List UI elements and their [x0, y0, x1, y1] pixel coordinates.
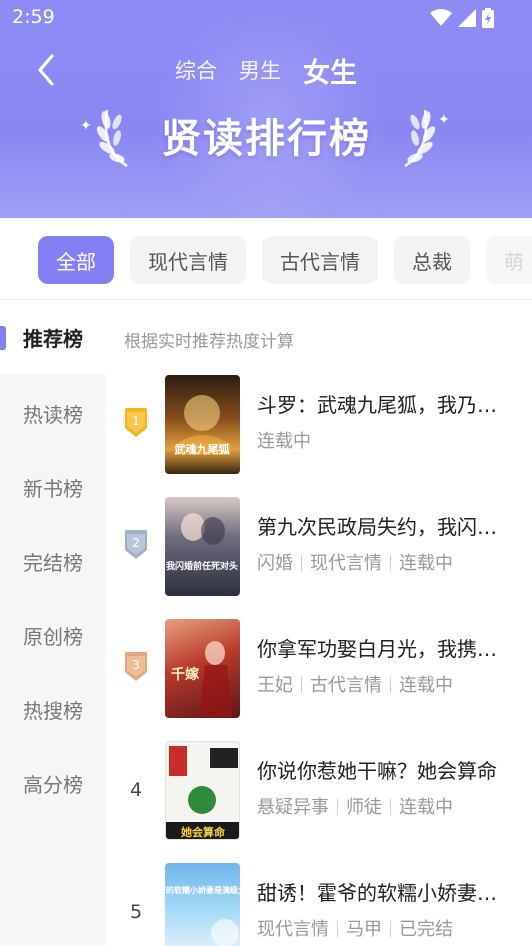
laurel-left-icon: [96, 109, 128, 168]
page-title: 贤读排行榜: [161, 116, 371, 162]
gender-tabs: 综合 男生 女生: [0, 50, 532, 90]
list-item[interactable]: 2 我闪婚前任死对头 第九次民政局失约，我闪婚前任死对头 闪婚现代言情连载中: [106, 492, 532, 602]
list-item[interactable]: 5 霍爷的软糯小娇妻是满级大佬 甜诱！霍爷的软糯小娇妻是满级大佬 现代言情马甲已…: [106, 858, 532, 946]
list-item[interactable]: 3 千嫁 你拿军功娶白月光，我携子改嫁 王妃古代言情连载中: [106, 614, 532, 724]
book-tags: 现代言情 马甲 已完结: [257, 915, 453, 941]
tab-female[interactable]: 女生: [303, 51, 357, 90]
book-tag: 古代言情: [310, 675, 382, 696]
cover-text: 我闪婚前任死对头: [166, 560, 238, 572]
gold-medal-icon: 1: [125, 408, 147, 437]
book-cover: 她会算命: [165, 741, 240, 840]
book-tag: 连载中: [399, 553, 453, 574]
sidebar-item-original[interactable]: 原创榜: [0, 598, 106, 672]
book-tags: 王妃 古代言情 连载中: [257, 671, 453, 697]
tag-divider: [390, 921, 391, 937]
sidebar-item-recommended[interactable]: 推荐榜: [0, 300, 106, 374]
book-cover: 霍爷的软糯小娇妻是满级大佬: [165, 863, 240, 946]
sidebar-item-label: 新书榜: [23, 476, 83, 501]
book-cover: 千嫁: [165, 619, 240, 718]
book-title: 甜诱！霍爷的软糯小娇妻是满级大佬: [257, 881, 507, 905]
sidebar-item-completed[interactable]: 完结榜: [0, 524, 106, 598]
book-tag: 马甲: [346, 919, 382, 940]
tag-divider: [301, 555, 302, 571]
book-title: 第九次民政局失约，我闪婚前任死对头: [257, 515, 507, 539]
laurel-right-icon: [404, 109, 436, 168]
signal-icon: [458, 9, 476, 27]
book-cover: 武魂九尾狐: [165, 375, 240, 474]
book-tag: 悬疑异事: [257, 797, 329, 818]
tag-divider: [390, 799, 391, 815]
rank-label: 1: [132, 414, 140, 428]
status-time: 2:59: [12, 6, 55, 28]
book-list: 根据实时推荐热度计算 1 武魂九尾狐 斗罗：武魂九尾狐，我乃妖族之皇 连载中 2: [106, 300, 532, 946]
tag-divider: [337, 799, 338, 815]
active-indicator: [0, 326, 6, 350]
book-tag: 连载中: [399, 797, 453, 818]
tag-divider: [390, 677, 391, 693]
sidebar-item-label: 完结榜: [23, 550, 83, 575]
rank-label: 3: [132, 658, 140, 672]
rank-label: 2: [132, 536, 140, 550]
rank-number: 4: [129, 779, 143, 801]
category-chip-modern-romance[interactable]: 现代言情: [130, 236, 246, 284]
book-tag: 王妃: [257, 675, 293, 696]
silver-medal-icon: 2: [125, 530, 147, 559]
sidebar-item-new-books[interactable]: 新书榜: [0, 450, 106, 524]
list-item[interactable]: 4 她会算命 你说你惹她干嘛？她会算命 悬疑异事 师徒 连载中: [106, 736, 532, 846]
cover-text: 千嫁: [171, 666, 199, 683]
ranking-hint: 根据实时推荐热度计算: [124, 332, 294, 352]
book-tag: 现代言情: [257, 919, 329, 940]
cover-text: 武魂九尾狐: [175, 442, 230, 456]
bronze-medal-icon: 3: [125, 652, 147, 681]
sidebar-item-label: 热读榜: [23, 402, 83, 427]
book-tag: 连载中: [399, 675, 453, 696]
status-icons: [430, 8, 494, 28]
category-chip-ancient-romance[interactable]: 古代言情: [262, 236, 378, 284]
tab-general[interactable]: 综合: [175, 55, 217, 85]
book-title: 你拿军功娶白月光，我携子改嫁: [257, 637, 507, 661]
sidebar-item-label: 推荐榜: [23, 326, 83, 351]
book-tag: 师徒: [346, 797, 382, 818]
book-cover: 我闪婚前任死对头: [165, 497, 240, 596]
category-chip-ceo[interactable]: 总裁: [394, 236, 470, 284]
status-bar: 2:59: [0, 0, 532, 36]
battery-icon: [482, 8, 494, 28]
book-title: 斗罗：武魂九尾狐，我乃妖族之皇: [257, 393, 507, 417]
wifi-icon: [430, 9, 452, 26]
tag-divider: [301, 677, 302, 693]
sidebar-item-label: 高分榜: [23, 772, 83, 797]
sidebar-item-label: 原创榜: [23, 624, 83, 649]
category-chips: 全部 现代言情 古代言情 总裁 萌: [38, 236, 532, 284]
book-tag: 已完结: [399, 919, 453, 940]
tab-male[interactable]: 男生: [239, 55, 281, 85]
rank-number: 5: [129, 901, 143, 923]
book-tag: 连载中: [257, 431, 311, 452]
ranking-sidebar: 推荐榜 热读榜 新书榜 完结榜 原创榜 热搜榜 高分榜: [0, 300, 106, 946]
book-tags: 闪婚 现代言情 连载中: [257, 549, 453, 575]
book-tag: 闪婚: [257, 553, 293, 574]
book-title: 你说你惹她干嘛？她会算命: [257, 759, 497, 783]
tag-divider: [337, 921, 338, 937]
book-tags: 悬疑异事 师徒 连载中: [257, 793, 453, 819]
tag-divider: [390, 555, 391, 571]
sidebar-item-hot-read[interactable]: 热读榜: [0, 376, 106, 450]
sidebar-item-label: 热搜榜: [23, 698, 83, 723]
book-tags: 连载中: [257, 427, 311, 453]
sidebar-item-hot-search[interactable]: 热搜榜: [0, 672, 106, 746]
book-tag: 现代言情: [310, 553, 382, 574]
category-chip-cute[interactable]: 萌: [486, 236, 532, 284]
cover-text: 她会算命: [181, 825, 226, 839]
cover-text: 霍爷的软糯小娇妻是满级大佬: [165, 885, 240, 895]
category-bar: 全部 现代言情 古代言情 总裁 萌: [0, 218, 532, 300]
ranking-header: 2:59 综合 男生 女生 ✦ ✦ 贤读排行榜: [0, 0, 532, 220]
banner: 贤读排行榜: [0, 100, 532, 170]
list-item[interactable]: 1 武魂九尾狐 斗罗：武魂九尾狐，我乃妖族之皇 连载中: [106, 370, 532, 480]
category-chip-all[interactable]: 全部: [38, 236, 114, 284]
sidebar-item-high-score[interactable]: 高分榜: [0, 746, 106, 820]
